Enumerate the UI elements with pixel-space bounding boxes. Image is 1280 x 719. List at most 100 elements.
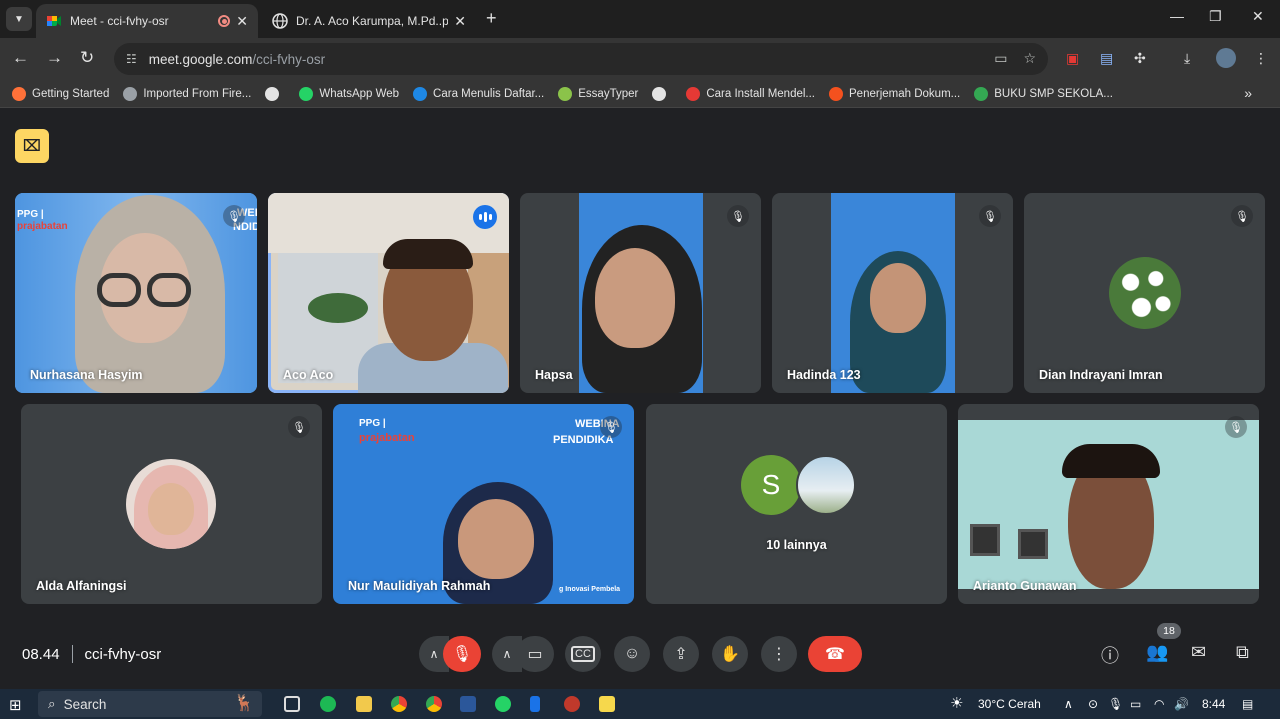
participant-tile-speaking[interactable]: Aco Aco (268, 193, 509, 393)
bookmark-favicon-icon (123, 86, 138, 101)
participant-name: Aco Aco (283, 368, 334, 382)
background-logo-text: PPG | (17, 209, 44, 220)
bookmark-item[interactable]: Getting Started (12, 86, 109, 101)
bookmark-item[interactable]: Cara Install Mendel... (686, 86, 815, 101)
camera-toggle-button[interactable]: ▭ (516, 636, 554, 672)
back-icon[interactable]: ← (12, 48, 29, 68)
bookmark-item[interactable]: BUKU SMP SEKOLA... (974, 86, 1113, 101)
bookmark-item[interactable] (652, 86, 672, 101)
wifi-icon[interactable]: ◠ (1154, 697, 1164, 711)
camera-permission-icon[interactable]: ▭ (994, 50, 1007, 67)
participant-tile[interactable]: 🎙 Arianto Gunawan (958, 404, 1259, 604)
url-path: /cci-fvhy-osr (252, 51, 326, 67)
app-icon[interactable] (564, 696, 580, 712)
spotify-icon[interactable] (320, 696, 336, 712)
participant-tile[interactable]: PPG | prajabatan WEB NDID 🎙 Nurhasana Ha… (15, 193, 257, 393)
volume-icon[interactable]: 🔊 (1174, 697, 1189, 711)
bookmark-favicon-icon (12, 86, 26, 101)
captions-button[interactable]: CC (565, 636, 601, 672)
raise-hand-button[interactable]: ✋ (712, 636, 748, 672)
restore-icon[interactable]: ❐ (1209, 8, 1222, 25)
sticky-notes-icon[interactable] (599, 696, 615, 712)
bookmark-favicon-icon (652, 86, 667, 101)
tab-search-button[interactable]: ▼ (6, 7, 32, 31)
chrome-icon[interactable] (426, 696, 442, 712)
bookmark-item[interactable]: Penerjemah Dokum... (829, 86, 960, 101)
participant-tile[interactable]: 🎙 Dian Indrayani Imran (1024, 193, 1265, 393)
extension-icon[interactable]: ▣ (1066, 50, 1079, 67)
camera-icon: ▭ (527, 646, 543, 663)
url-host: meet.google.com (148, 51, 253, 67)
minimize-icon[interactable]: — (1170, 8, 1184, 24)
more-vert-icon: ⋮ (771, 646, 787, 663)
activities-icon[interactable]: ⧉ (1236, 642, 1249, 663)
no-camera-notice-icon[interactable]: ⌧ (15, 129, 49, 163)
window-close-icon[interactable]: ✕ (1252, 8, 1264, 25)
bookmark-item[interactable] (265, 86, 285, 101)
puzzle-icon[interactable]: ✣ (1134, 50, 1146, 67)
tray-overflow-icon[interactable]: ∧ (1064, 697, 1073, 711)
search-label: Search (63, 696, 107, 712)
bookmark-item[interactable]: Imported From Fire... (123, 86, 251, 101)
chat-icon[interactable]: ✉ (1191, 642, 1206, 663)
file-explorer-icon[interactable] (356, 696, 372, 712)
bookmark-favicon-icon (974, 86, 989, 101)
chevron-up-icon: ∧ (502, 647, 512, 661)
tab-pdf[interactable]: Dr. A. Aco Karumpa, M.Pd..pdf ✕ (262, 4, 476, 38)
windows-start-icon[interactable]: ⊞ (9, 696, 22, 714)
bookmark-favicon-icon (265, 86, 280, 101)
participant-avatar (1109, 257, 1181, 329)
document-extension-icon[interactable]: ▤ (1100, 50, 1113, 67)
participant-name: Nur Maulidiyah Rahmah (348, 579, 491, 593)
bookmark-label: BUKU SMP SEKOLA... (994, 87, 1113, 100)
new-tab-button[interactable]: + (486, 8, 497, 29)
participant-tile[interactable]: PPG | prajabatan WEBINA PENDIDIKA g Inov… (333, 404, 634, 604)
reload-icon[interactable]: ↻ (80, 48, 94, 68)
closed-captions-icon: CC (571, 646, 595, 662)
word-icon[interactable] (460, 696, 476, 712)
bookmark-item[interactable]: Cara Menulis Daftar... (413, 86, 544, 101)
close-icon[interactable]: ✕ (454, 13, 466, 30)
participant-tile-others[interactable]: S 10 lainnya (646, 404, 947, 604)
forward-icon[interactable]: → (46, 48, 63, 68)
participant-name: Dian Indrayani Imran (1039, 368, 1163, 382)
participant-tile[interactable]: 🎙 Hadinda 123 (772, 193, 1013, 393)
people-icon[interactable]: 👥 (1146, 642, 1168, 663)
participant-avatar: S (741, 455, 801, 515)
download-icon[interactable]: ⤓ (1184, 50, 1190, 67)
tab-meet[interactable]: Meet - cci-fvhy-osr ✕ (36, 4, 258, 38)
whatsapp-icon[interactable] (495, 696, 511, 712)
more-menu-icon[interactable]: ⋮ (1254, 50, 1268, 67)
battery-icon[interactable]: ▭ (1130, 697, 1141, 711)
reactions-button[interactable]: ☺ (614, 636, 650, 672)
bookmark-item[interactable]: EssayTyper (558, 86, 638, 101)
participant-tile[interactable]: 🎙 Hapsa (520, 193, 761, 393)
address-bar[interactable]: ☷ meet.google.com /cci-fvhy-osr ▭ ☆ (114, 43, 1048, 75)
chevron-up-icon: ∧ (429, 647, 439, 661)
notification-icon[interactable]: ▤ (1242, 697, 1253, 711)
bookmark-label: WhatsApp Web (319, 87, 400, 100)
system-clock[interactable]: 8:44 (1202, 697, 1225, 711)
taskbar-search[interactable]: ⌕ Search 🦌 (38, 691, 262, 717)
meeting-details-icon[interactable]: ⓘ (1101, 642, 1119, 668)
more-options-button[interactable]: ⋮ (761, 636, 797, 672)
leave-call-button[interactable]: ☎ (808, 636, 862, 672)
bookmark-item[interactable]: WhatsApp Web (299, 86, 400, 101)
site-info-icon[interactable]: ☷ (126, 52, 137, 66)
chrome-icon[interactable] (391, 696, 407, 712)
maps-icon[interactable] (530, 696, 540, 712)
meeting-code: cci-fvhy-osr (84, 645, 162, 663)
bookmarks-overflow-icon[interactable]: » (1244, 85, 1252, 101)
background-banner-text: g Inovasi Pembela (559, 586, 621, 593)
bookmark-star-icon[interactable]: ☆ (1023, 50, 1036, 67)
close-icon[interactable]: ✕ (236, 13, 248, 30)
microphone-icon[interactable]: 🎙 (1108, 697, 1123, 711)
profile-avatar[interactable] (1216, 48, 1236, 68)
mic-muted-icon: 🎙 (600, 416, 622, 438)
task-view-icon[interactable] (284, 696, 300, 712)
mic-toggle-button[interactable]: 🎙 (443, 636, 481, 672)
present-button[interactable]: ⇪ (663, 636, 699, 672)
participant-tile[interactable]: 🎙 Alda Alfaningsi (21, 404, 322, 604)
tray-app-icon[interactable]: ⊙ (1088, 697, 1098, 711)
speaking-indicator-icon (473, 205, 497, 229)
